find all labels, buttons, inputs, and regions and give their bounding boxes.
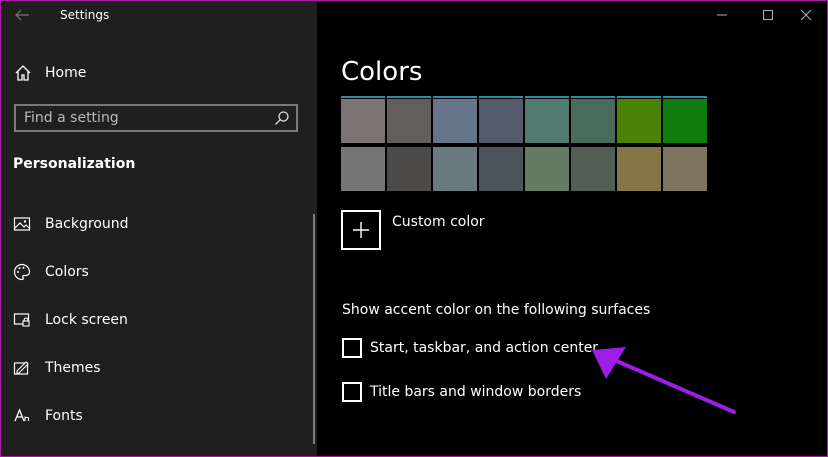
color-swatch[interactable] (433, 147, 477, 191)
color-swatch[interactable] (341, 96, 385, 143)
checkbox-label: Start, taskbar, and action center (370, 340, 599, 356)
swatch-row-1 (341, 96, 709, 143)
color-swatch[interactable] (479, 147, 523, 191)
custom-color-button[interactable]: Custom color (341, 210, 485, 250)
checkbox-title-bars[interactable]: Title bars and window borders (342, 382, 581, 402)
color-swatch[interactable] (479, 96, 523, 143)
sidebar-item-label: Background (45, 216, 129, 232)
lock-screen-icon (13, 311, 31, 329)
background-image-icon (13, 215, 31, 233)
sidebar-item-label: Lock screen (45, 312, 128, 328)
themes-icon (13, 359, 31, 377)
sidebar-item-background[interactable]: Background (13, 212, 129, 236)
checkbox-box[interactable] (342, 382, 362, 402)
color-swatch[interactable] (663, 96, 707, 143)
sidebar-item-themes[interactable]: Themes (13, 356, 101, 380)
sidebar-item-label: Themes (45, 360, 101, 376)
color-swatch[interactable] (571, 96, 615, 143)
color-swatch[interactable] (387, 96, 431, 143)
checkbox-label: Title bars and window borders (370, 384, 582, 400)
annotation-arrow-icon (592, 347, 736, 414)
color-swatch[interactable] (341, 147, 385, 191)
home-icon (13, 63, 33, 83)
sidebar-item-lock-screen[interactable]: Lock screen (13, 308, 128, 332)
checkbox-box[interactable] (342, 338, 362, 358)
color-swatch[interactable] (617, 147, 661, 191)
sidebar-item-fonts[interactable]: Fonts (13, 404, 83, 428)
minimize-button[interactable] (699, 1, 745, 29)
checkbox-start-taskbar[interactable]: Start, taskbar, and action center (342, 338, 598, 358)
color-swatch[interactable] (433, 96, 477, 143)
color-swatch[interactable] (663, 147, 707, 191)
color-swatch[interactable] (387, 147, 431, 191)
sidebar-scrollbar[interactable] (313, 214, 315, 444)
section-title: Personalization (13, 156, 136, 172)
surfaces-heading: Show accent color on the following surfa… (342, 302, 651, 318)
close-button[interactable] (783, 1, 827, 29)
nav-home-label: Home (45, 65, 87, 81)
swatch-row-2 (341, 147, 709, 191)
color-swatch[interactable] (525, 147, 569, 191)
search-input[interactable] (24, 106, 274, 130)
sidebar-item-label: Colors (45, 264, 89, 280)
main-content: Colors Custom color Show accent color on… (317, 1, 827, 456)
sidebar-item-colors[interactable]: Colors (13, 260, 89, 284)
plus-icon (341, 210, 381, 250)
search-box[interactable] (14, 104, 298, 132)
color-swatch[interactable] (525, 96, 569, 143)
sidebar: Settings Home Personalization Background (1, 1, 317, 456)
back-arrow-icon[interactable] (13, 6, 33, 24)
custom-color-label: Custom color (392, 214, 485, 230)
nav-home[interactable]: Home (13, 61, 86, 85)
fonts-icon (13, 407, 31, 425)
palette-icon (13, 263, 31, 281)
close-icon (800, 6, 812, 25)
minimize-icon (716, 6, 728, 25)
page-title: Colors (341, 57, 423, 87)
sidebar-item-label: Fonts (45, 408, 83, 424)
settings-window: Settings Home Personalization Background (0, 0, 828, 457)
color-swatch[interactable] (571, 147, 615, 191)
search-icon[interactable] (274, 110, 290, 126)
color-swatch[interactable] (617, 96, 661, 143)
maximize-icon (762, 6, 774, 25)
window-title: Settings (60, 8, 110, 22)
